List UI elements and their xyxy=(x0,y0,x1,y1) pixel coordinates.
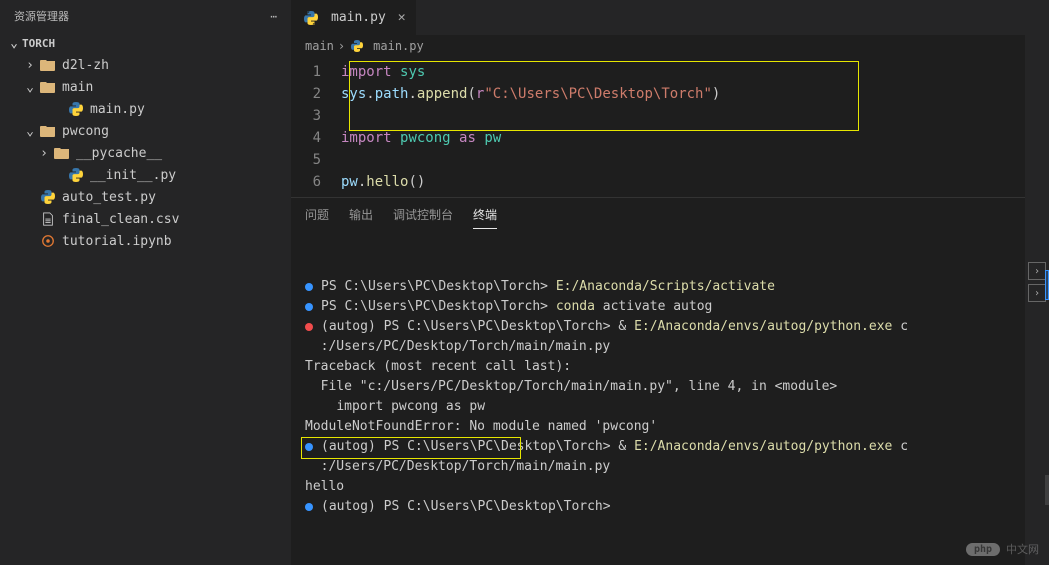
line-number: 2 xyxy=(291,83,341,105)
py-icon xyxy=(66,168,86,182)
panel-tabs: 问题输出调试控制台终端 xyxy=(291,198,1025,231)
py-icon xyxy=(66,102,86,116)
watermark: php 中文网 xyxy=(966,541,1039,557)
nb-icon xyxy=(38,234,58,248)
tree-item[interactable]: final_clean.csv xyxy=(0,208,291,230)
tree-item[interactable]: ⌄ pwcong xyxy=(0,120,291,142)
folder-icon xyxy=(38,124,58,138)
line-number: 6 xyxy=(291,171,341,193)
terminal-line: File "c:/Users/PC/Desktop/Torch/main/mai… xyxy=(305,377,1011,397)
tree-label: d2l-zh xyxy=(62,58,109,73)
breadcrumb-part[interactable]: main xyxy=(305,39,334,53)
chevron-down-icon: ⌄ xyxy=(6,36,22,51)
folder-icon xyxy=(52,146,72,160)
folder-icon xyxy=(38,80,58,94)
tree-item[interactable]: › __pycache__ xyxy=(0,142,291,164)
breadcrumb-part[interactable]: main.py xyxy=(373,39,424,53)
tree-label: main.py xyxy=(90,102,145,117)
status-dot-icon xyxy=(305,503,313,511)
terminal-line: :/Users/PC/Desktop/Torch/main/main.py xyxy=(305,457,1011,477)
status-dot-icon xyxy=(305,323,313,331)
file-tree: › d2l-zh ⌄ main main.py ⌄ pwcong › __pycache__ __… xyxy=(0,54,291,252)
tree-label: final_clean.csv xyxy=(62,212,179,227)
tab-label: main.py xyxy=(331,10,386,25)
watermark-badge: php xyxy=(966,543,1000,556)
watermark-text: 中文网 xyxy=(1006,541,1039,557)
code-line[interactable]: 4import pwcong as pw xyxy=(291,127,1025,149)
tree-item[interactable]: auto_test.py xyxy=(0,186,291,208)
python-icon xyxy=(349,40,365,52)
panel-tab-输出[interactable]: 输出 xyxy=(349,201,373,228)
terminal-line: :/Users/PC/Desktop/Torch/main/main.py xyxy=(305,337,1011,357)
code-line[interactable]: 3 xyxy=(291,105,1025,127)
tree-label: pwcong xyxy=(62,124,109,139)
line-number: 5 xyxy=(291,149,341,171)
status-dot-icon xyxy=(305,303,313,311)
more-icon[interactable]: ⋯ xyxy=(270,10,277,23)
tree-item[interactable]: ⌄ main xyxy=(0,76,291,98)
breadcrumb[interactable]: main › main.py xyxy=(291,35,1025,57)
explorer-sidebar: 资源管理器 ⋯ ⌄ TORCH › d2l-zh ⌄ main main.py ⌄ pwco… xyxy=(0,0,291,565)
bottom-panel: 问题输出调试控制台终端 PS C:\Users\PC\Desktop\Torch… xyxy=(291,197,1025,565)
chevron-icon: › xyxy=(22,58,38,73)
tree-item[interactable]: › d2l-zh xyxy=(0,54,291,76)
scroll-indicator[interactable] xyxy=(1045,270,1049,300)
terminal-line: import pwcong as pw xyxy=(305,397,1011,417)
panel-tab-调试控制台[interactable]: 调试控制台 xyxy=(393,201,453,228)
code-editor[interactable]: 1import sys2sys.path.append(r"C:\Users\P… xyxy=(291,57,1025,197)
workspace-row[interactable]: ⌄ TORCH xyxy=(0,32,291,54)
panel-tab-终端[interactable]: 终端 xyxy=(473,201,497,229)
terminal-line: Traceback (most recent call last): xyxy=(305,357,1011,377)
tree-label: __pycache__ xyxy=(76,146,162,161)
terminal-line: hello xyxy=(305,477,1011,497)
tree-item[interactable]: tutorial.ipynb xyxy=(0,230,291,252)
main-area: main.py ✕ main › main.py 1import sys2sys… xyxy=(291,0,1025,565)
tree-item[interactable]: main.py xyxy=(0,98,291,120)
workspace-name: TORCH xyxy=(22,37,55,50)
editor-tabs: main.py ✕ xyxy=(291,0,1025,35)
chevron-icon: › xyxy=(36,146,52,161)
code-text: pw.hello() xyxy=(341,171,425,193)
status-dot-icon xyxy=(305,283,313,291)
code-line[interactable]: 2sys.path.append(r"C:\Users\PC\Desktop\T… xyxy=(291,83,1025,105)
expand-icon[interactable]: › xyxy=(1028,262,1046,280)
chevron-icon: ⌄ xyxy=(22,80,38,95)
panel-tab-问题[interactable]: 问题 xyxy=(305,201,329,228)
line-number: 3 xyxy=(291,105,341,127)
tree-item[interactable]: __init__.py xyxy=(0,164,291,186)
python-icon xyxy=(301,11,321,25)
terminal-line: ModuleNotFoundError: No module named 'pw… xyxy=(305,417,1011,437)
code-line[interactable]: 1import sys xyxy=(291,61,1025,83)
terminal-line: (autog) PS C:\Users\PC\Desktop\Torch> & … xyxy=(305,437,1011,457)
explorer-title: 资源管理器 xyxy=(14,8,69,24)
code-line[interactable]: 5 xyxy=(291,149,1025,171)
explorer-header: 资源管理器 ⋯ xyxy=(0,0,291,32)
line-number: 1 xyxy=(291,61,341,83)
code-text: import sys xyxy=(341,61,425,83)
chevron-right-icon: › xyxy=(338,39,345,53)
tab-main-py[interactable]: main.py ✕ xyxy=(291,0,417,35)
code-line[interactable]: 6pw.hello() xyxy=(291,171,1025,193)
tree-label: __init__.py xyxy=(90,168,176,183)
py-icon xyxy=(38,190,58,204)
status-dot-icon xyxy=(305,443,313,451)
tree-label: main xyxy=(62,80,93,95)
close-icon[interactable]: ✕ xyxy=(398,10,406,25)
expand-icon[interactable]: › xyxy=(1028,284,1046,302)
tree-label: tutorial.ipynb xyxy=(62,234,172,249)
tree-label: auto_test.py xyxy=(62,190,156,205)
terminal-line: PS C:\Users\PC\Desktop\Torch> conda acti… xyxy=(305,297,1011,317)
terminal[interactable]: PS C:\Users\PC\Desktop\Torch> E:/Anacond… xyxy=(291,231,1025,565)
folder-icon xyxy=(38,58,58,72)
scroll-indicator[interactable] xyxy=(1045,475,1049,505)
code-text: sys.path.append(r"C:\Users\PC\Desktop\To… xyxy=(341,83,720,105)
chevron-icon: ⌄ xyxy=(22,124,38,139)
code-text: import pwcong as pw xyxy=(341,127,501,149)
line-number: 4 xyxy=(291,127,341,149)
terminal-line: (autog) PS C:\Users\PC\Desktop\Torch> & … xyxy=(305,317,1011,337)
terminal-line: PS C:\Users\PC\Desktop\Torch> E:/Anacond… xyxy=(305,277,1011,297)
terminal-line: (autog) PS C:\Users\PC\Desktop\Torch> xyxy=(305,497,1011,517)
csv-icon xyxy=(38,212,58,226)
